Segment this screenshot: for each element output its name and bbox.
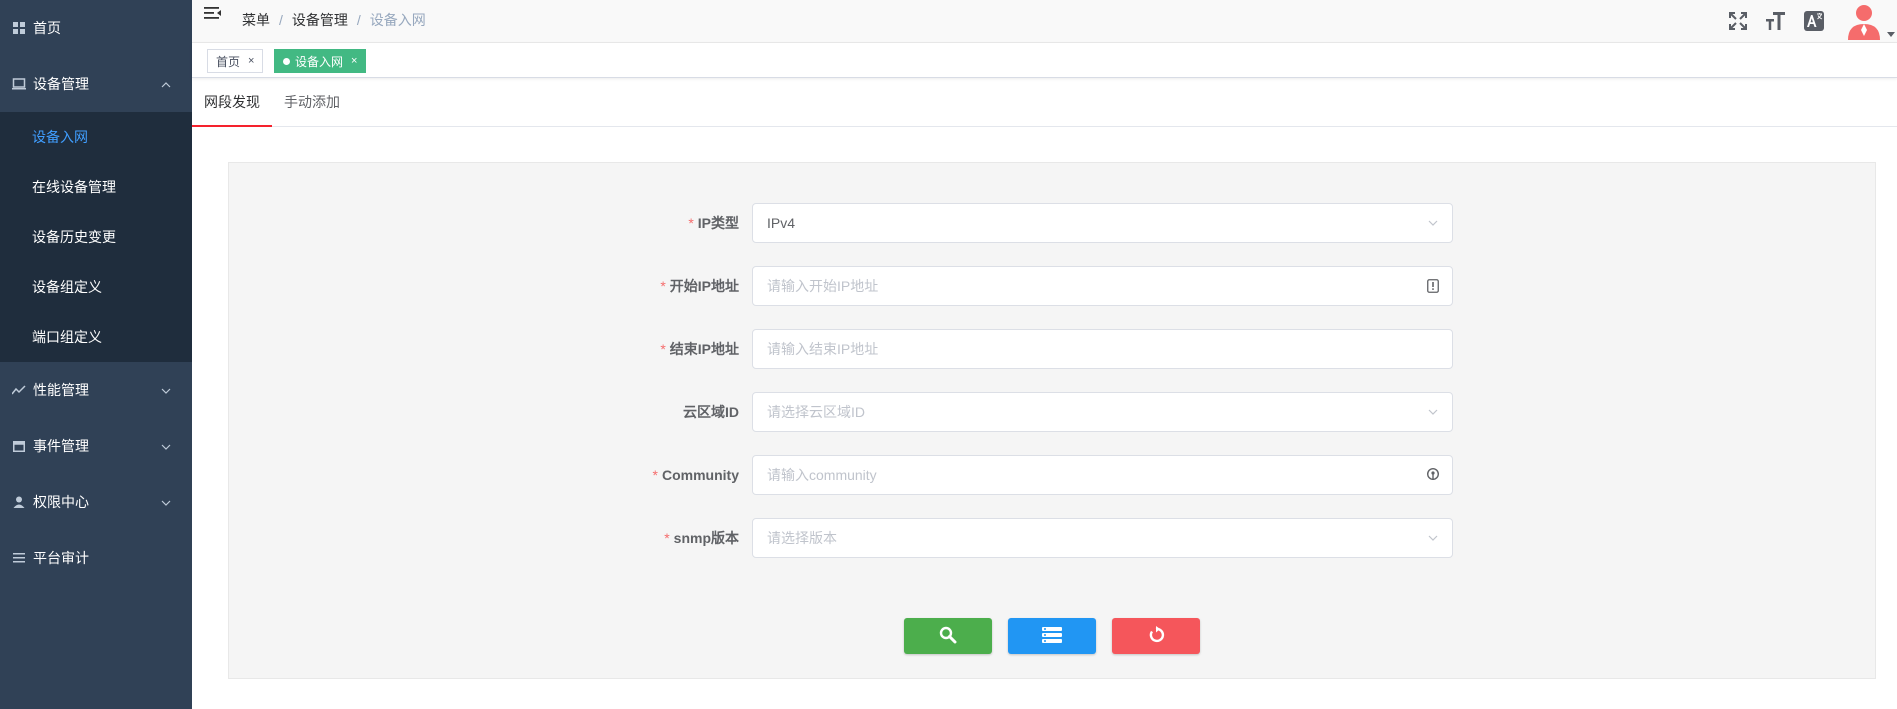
chevron-down-icon	[160, 440, 172, 452]
tag-label: 设备入网	[295, 54, 344, 69]
chevron-up-icon	[160, 78, 172, 90]
sidebar-item-permissions[interactable]: 权限中心	[0, 474, 192, 530]
input-placeholder: 请输入结束IP地址	[767, 341, 879, 357]
select-value: IPv4	[767, 215, 796, 231]
sidebar-item-home[interactable]: 首页	[0, 0, 192, 56]
required-mark: *	[660, 341, 666, 357]
submenu-device-management: 设备入网 在线设备管理 设备历史变更 设备组定义 端口组定义	[0, 112, 192, 362]
calendar-icon	[12, 439, 26, 453]
field-label: * 结束IP地址	[660, 341, 739, 357]
tags-view: 首页 × 设备入网 ×	[192, 43, 1897, 78]
breadcrumb-separator: /	[279, 12, 283, 28]
breadcrumb-item[interactable]: 设备管理	[292, 10, 348, 30]
sidebar-item-device-history[interactable]: 设备历史变更	[0, 212, 192, 262]
sidebar-item-label: 首页	[33, 20, 61, 36]
field-label: * 开始IP地址	[660, 278, 739, 294]
chart-line-icon	[12, 383, 26, 397]
caret-down-icon[interactable]	[1887, 25, 1895, 37]
end-ip-input[interactable]: 请输入结束IP地址	[752, 329, 1453, 369]
sidebar-item-port-groups[interactable]: 端口组定义	[0, 312, 192, 362]
field-label: * IP类型	[688, 215, 739, 231]
close-icon[interactable]: ×	[248, 55, 254, 67]
chevron-down-icon	[160, 384, 172, 396]
sidebar: 首页 设备管理 设备入网 在线设备管理 设备历史变更 设备组定义 端口组定义 性…	[0, 0, 192, 709]
breadcrumb-item[interactable]: 菜单	[242, 10, 270, 30]
chevron-down-icon	[160, 496, 172, 508]
select-placeholder: 请选择云区域ID	[767, 404, 865, 420]
list-button[interactable]	[1008, 618, 1096, 654]
reset-button[interactable]	[1112, 618, 1200, 654]
list-icon	[12, 551, 26, 565]
sidebar-item-label: 事件管理	[33, 438, 89, 454]
required-mark: *	[688, 215, 694, 231]
hamburger-icon[interactable]	[204, 6, 222, 22]
sidebar-item-device-management[interactable]: 设备管理	[0, 56, 192, 112]
required-mark: *	[664, 530, 670, 546]
start-ip-input[interactable]: 请输入开始IP地址	[752, 266, 1453, 306]
search-button[interactable]	[904, 618, 992, 654]
chevron-down-icon	[1426, 216, 1440, 230]
fullscreen-icon[interactable]	[1727, 10, 1749, 32]
form-panel: * IP类型 IPv4 * 开始IP地址 请输入开始IP地址 * 结束IP地址 …	[228, 162, 1876, 679]
dashboard-icon	[12, 21, 26, 35]
reset-icon	[1147, 625, 1165, 647]
breadcrumb-item-current: 设备入网	[369, 12, 426, 28]
breadcrumb: 菜单 / 设备管理 / 设备入网	[242, 0, 426, 40]
form-row-end-ip: * 结束IP地址 请输入结束IP地址	[229, 329, 1875, 369]
tag-device-onboarding[interactable]: 设备入网 ×	[274, 49, 367, 73]
tab-segment-discovery[interactable]: 网段发现	[192, 78, 272, 127]
navbar: 菜单 / 设备管理 / 设备入网	[192, 0, 1897, 43]
sidebar-item-label: 设备管理	[33, 76, 89, 92]
close-icon[interactable]: ×	[351, 55, 357, 67]
tag-label: 首页	[216, 54, 241, 69]
input-placeholder: 请输入开始IP地址	[767, 278, 879, 294]
ip-type-select[interactable]: IPv4	[752, 203, 1453, 243]
sidebar-item-events[interactable]: 事件管理	[0, 418, 192, 474]
avatar[interactable]	[1845, 2, 1883, 40]
field-label: 云区域ID	[683, 404, 739, 420]
form-row-ip-type: * IP类型 IPv4	[229, 203, 1875, 243]
form-row-community: * Community 请输入community	[229, 455, 1875, 495]
field-label: * snmp版本	[664, 530, 739, 546]
chevron-down-icon	[1426, 531, 1440, 545]
snmp-version-select[interactable]: 请选择版本	[752, 518, 1453, 558]
cloud-area-select[interactable]: 请选择云区域ID	[752, 392, 1453, 432]
key-icon	[1426, 468, 1440, 482]
field-label: * Community	[652, 467, 739, 483]
font-size-icon[interactable]	[1765, 10, 1787, 32]
chevron-down-icon	[1426, 405, 1440, 419]
sidebar-item-performance[interactable]: 性能管理	[0, 362, 192, 418]
search-icon	[939, 626, 957, 647]
sidebar-item-label: 性能管理	[33, 382, 89, 398]
breadcrumb-separator: /	[356, 12, 361, 28]
monitor-icon	[12, 77, 26, 91]
sidebar-item-label: 权限中心	[33, 494, 89, 510]
community-input[interactable]: 请输入community	[752, 455, 1453, 495]
required-mark: *	[660, 278, 666, 294]
input-placeholder: 请输入community	[767, 467, 877, 483]
tabs: 网段发现 手动添加	[192, 78, 1897, 127]
required-mark: *	[652, 467, 658, 483]
list-icon	[1042, 626, 1062, 646]
sidebar-item-label: 平台审计	[33, 550, 89, 566]
sidebar-item-device-onboarding[interactable]: 设备入网	[0, 112, 192, 162]
tab-manual-add[interactable]: 手动添加	[284, 78, 340, 125]
form-row-cloud-area: 云区域ID 请选择云区域ID	[229, 392, 1875, 432]
sidebar-item-audit[interactable]: 平台审计	[0, 530, 192, 586]
select-placeholder: 请选择版本	[767, 530, 837, 546]
active-dot-icon	[283, 57, 290, 65]
tag-home[interactable]: 首页 ×	[207, 49, 264, 73]
navbar-right-menu	[1727, 0, 1897, 42]
form-row-snmp-version: * snmp版本 请选择版本	[229, 518, 1875, 558]
sidebar-item-online-devices[interactable]: 在线设备管理	[0, 162, 192, 212]
sidebar-item-device-groups[interactable]: 设备组定义	[0, 262, 192, 312]
form-row-start-ip: * 开始IP地址 请输入开始IP地址	[229, 266, 1875, 306]
user-icon	[12, 495, 26, 509]
translate-icon[interactable]	[1803, 10, 1825, 32]
info-icon	[1426, 279, 1440, 293]
